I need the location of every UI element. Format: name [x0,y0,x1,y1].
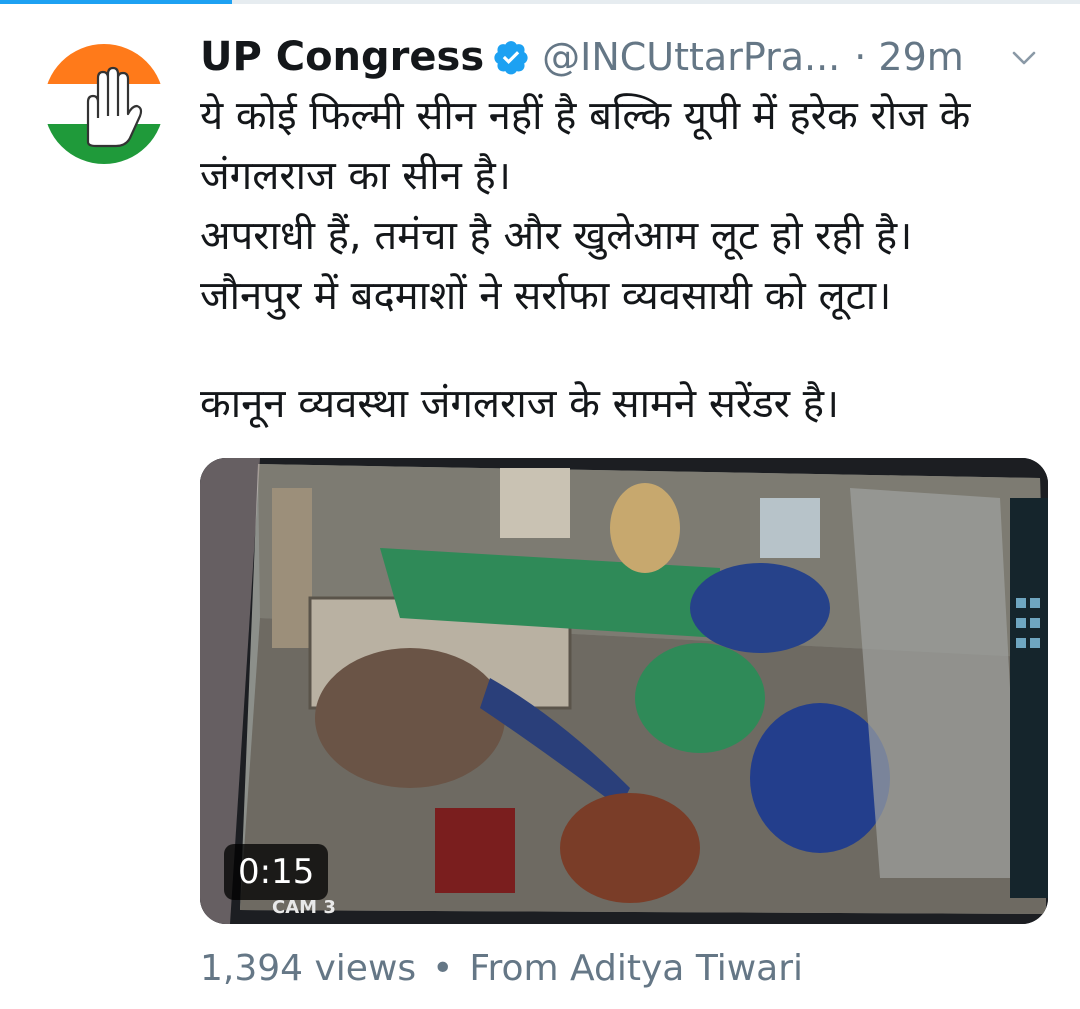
user-handle[interactable]: @INCUttarPra... [542,35,840,79]
tweet-text-line: जंगलराज का सीन है। [200,153,511,199]
avatar[interactable] [44,44,164,164]
chevron-down-icon[interactable] [1008,42,1040,74]
tweet-text-line: अपराधी हैं, तमंचा है और खुलेआम लूट हो रह… [200,213,913,259]
view-count: 1,394 views [200,948,417,989]
tweet-text-line: ये कोई फिल्मी सीन नहीं है बल्कि यूपी में… [200,93,971,139]
congress-hand-logo [44,44,164,164]
tweet-header: UP Congress @INCUttarPra... · 29m [200,30,1060,84]
tweet-timestamp[interactable]: · 29m [854,35,964,79]
video-player[interactable]: 0:15 CAM 3 [200,458,1048,924]
tweet-text-line: जौनपुर में बदमाशों ने सर्राफा व्यवसायी क… [200,273,892,319]
camera-label: CAM 3 [272,897,336,918]
video-meta: 1,394 views • From Aditya Tiwari [200,948,803,989]
verified-badge-icon [492,38,530,76]
timeline-progress-bar [0,0,1080,4]
video-source[interactable]: From Aditya Tiwari [469,948,803,989]
display-name[interactable]: UP Congress [200,34,484,80]
tweet-text-line: कानून व्यवस्था जंगलराज के सामने सरेंडर ह… [200,381,840,427]
tweet-text: ये कोई फिल्मी सीन नहीं है बल्कि यूपी में… [200,86,1070,434]
video-duration: 0:15 [224,844,329,900]
meta-separator: • [432,948,454,989]
progress-accent [0,0,232,4]
